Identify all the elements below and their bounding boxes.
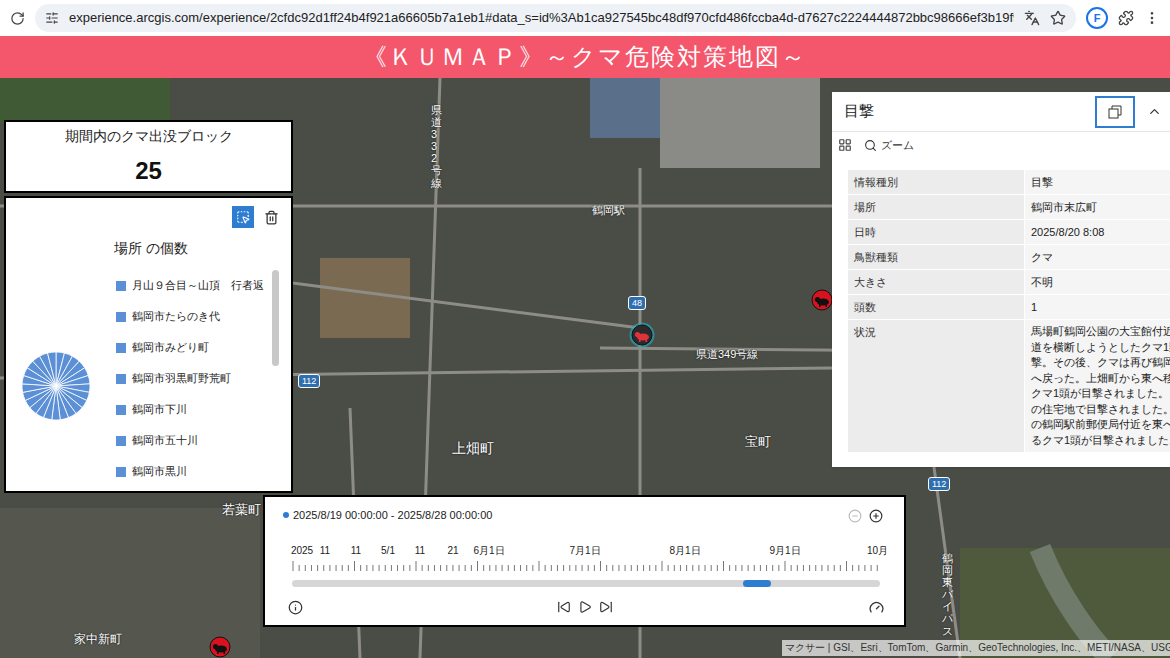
count-title: 期間内のクマ出没ブロック	[65, 126, 233, 147]
route-shield: 48	[628, 296, 646, 310]
detail-header: 目撃	[832, 92, 1170, 132]
tick-label: 2025	[291, 543, 313, 558]
legend-item[interactable]: 鶴岡市黒川	[116, 462, 266, 481]
title-banner: 《ＫＵＭＡＰ》～クマ危険対策地図～	[0, 36, 1170, 78]
site-settings-icon[interactable]	[45, 11, 59, 25]
tick-marks	[292, 561, 882, 573]
select-tool-button[interactable]	[232, 206, 254, 228]
attribute-row: 情報種別目撃	[848, 170, 1170, 194]
legend-swatch	[116, 343, 126, 353]
legend-item[interactable]: 鶴岡市羽黒町野荒町	[116, 369, 266, 388]
play-icon[interactable]	[578, 600, 592, 614]
menu-icon[interactable]	[1144, 10, 1160, 26]
road-label: 県道332号線	[431, 104, 442, 189]
attribute-row: 鳥獣種類クマ	[848, 245, 1170, 269]
attribute-row: 日時2025/8/20 8:08	[848, 220, 1170, 244]
bear-marker-icon[interactable]	[629, 322, 655, 348]
range-dot	[283, 512, 289, 518]
select-icon	[236, 210, 250, 224]
tick-label: 9月1日	[769, 543, 800, 558]
legend-list: 月山９合目～山頂 行者返し鶴岡市たらのき代鶴岡市みどり町鶴岡市羽黒町野荒町鶴岡市…	[116, 276, 266, 481]
tick-label: 6月1日	[473, 543, 504, 558]
attribute-row: 頭数1	[848, 295, 1170, 319]
attribute-row: 場所鶴岡市末広町	[848, 195, 1170, 219]
profile-avatar[interactable]: F	[1086, 7, 1108, 29]
pie-slice[interactable]	[48, 352, 56, 386]
location-chart-panel: 場所 の個数月山９合目～山頂 行者返し鶴岡市たらのき代鶴岡市みどり町鶴岡市羽黒町…	[4, 196, 293, 493]
bookmark-star-icon[interactable]	[1050, 10, 1066, 26]
time-range: 2025/8/19 00:00:00 - 2025/8/28 00:00:00	[293, 507, 492, 524]
map-label: 家中新町	[74, 630, 122, 648]
legend-swatch	[116, 405, 126, 415]
count-value: 25	[135, 153, 162, 189]
chart-title: 場所 の個数	[114, 238, 188, 259]
attribute-row: 状況馬場町鶴岡公園の大宝館付近た道を横断しようとしたクマ1頭撃。その後、クマは再…	[848, 320, 1170, 452]
tick-label: 7月1日	[569, 543, 600, 558]
legend-item[interactable]: 月山９合目～山頂 行者返し	[116, 276, 266, 295]
legend-scrollbar[interactable]	[272, 270, 279, 366]
url-text[interactable]: experience.arcgis.com/experience/2cfdc92…	[69, 8, 1014, 28]
tick-label: 11	[320, 543, 330, 558]
map-label: 宝町	[745, 432, 771, 452]
route-shield: 112	[298, 374, 320, 388]
translate-icon[interactable]	[1024, 10, 1040, 26]
detail-toolbar: ズーム	[832, 132, 1170, 158]
count-card: 期間内のクマ出没ブロック 25	[4, 120, 293, 193]
legend-swatch	[116, 312, 126, 322]
zoom-in-icon[interactable]	[869, 509, 883, 523]
page: experience.arcgis.com/experience/2cfdc92…	[0, 0, 1170, 658]
zoom-icon	[864, 139, 877, 152]
previous-icon[interactable]	[557, 600, 571, 614]
tick-label: 8月1日	[669, 543, 700, 558]
legend-swatch	[116, 281, 126, 291]
tick-label: 5/1	[381, 543, 395, 558]
legend-item[interactable]: 鶴岡市みどり町	[116, 338, 266, 357]
route-shield: 112	[928, 477, 950, 491]
info-icon[interactable]	[288, 600, 303, 615]
browser-toolbar: experience.arcgis.com/experience/2cfdc92…	[0, 0, 1170, 36]
time-slider-panel: 2025/8/19 00:00:00 - 2025/8/28 00:00:00 2…	[263, 495, 906, 627]
legend-swatch	[116, 374, 126, 384]
map-label: 若葉町	[222, 500, 261, 520]
dock-button[interactable]	[1095, 96, 1135, 128]
attribute-table: 情報種別目撃場所鶴岡市末広町日時2025/8/20 8:08鳥獣種類クマ大きさ不…	[848, 170, 1170, 452]
legend-item[interactable]: 鶴岡市下川	[116, 400, 266, 419]
pie-chart	[20, 350, 92, 422]
detail-title: 目撃	[844, 100, 1095, 123]
legend-item[interactable]: 鶴岡市たらのき代	[116, 307, 266, 326]
legend-swatch	[116, 436, 126, 446]
tick-label: 21	[447, 543, 458, 558]
map[interactable]: 鶴岡駅県道349号線上畑町 宝町若葉町家中新町 県道332号線鶴岡東バイパス 112 4…	[0, 78, 1170, 658]
bear-marker-icon[interactable]	[207, 634, 233, 658]
map-label: 上畑町	[452, 438, 494, 459]
legend-swatch	[116, 467, 126, 477]
zoom-button[interactable]: ズーム	[864, 137, 914, 154]
attribute-row: 大きさ不明	[848, 270, 1170, 294]
zoom-out-icon[interactable]	[848, 509, 862, 523]
time-selection[interactable]	[743, 580, 771, 587]
tick-label: 11	[351, 543, 361, 558]
map-label: 県道349号線	[696, 346, 758, 363]
trash-icon[interactable]	[264, 210, 279, 225]
bear-marker[interactable]	[629, 322, 655, 348]
restore-icon	[1108, 105, 1122, 119]
bear-marker[interactable]	[207, 634, 233, 658]
legend-item[interactable]: 鶴岡市五十川	[116, 431, 266, 450]
grid-icon[interactable]	[838, 138, 852, 152]
address-bar[interactable]: experience.arcgis.com/experience/2cfdc92…	[35, 4, 1076, 32]
road-label: 鶴岡東バイパス	[942, 552, 953, 637]
detail-panel: 目撃ズーム情報種別目撃場所鶴岡市末広町日時2025/8/20 8:08鳥獣種類ク…	[832, 92, 1170, 467]
map-label: 鶴岡駅	[592, 202, 625, 219]
reload-icon[interactable]	[10, 11, 25, 26]
next-icon[interactable]	[599, 600, 613, 614]
tick-label: 11	[415, 543, 425, 558]
attribution: マクサー | GSI、Esri、TomTom、Garmin、GeoTechnol…	[782, 640, 1170, 656]
extensions-icon[interactable]	[1118, 10, 1134, 26]
speed-icon[interactable]	[869, 600, 884, 615]
tick-label: 10月	[867, 543, 888, 558]
collapse-icon[interactable]	[1147, 104, 1162, 119]
time-track[interactable]	[292, 580, 880, 587]
